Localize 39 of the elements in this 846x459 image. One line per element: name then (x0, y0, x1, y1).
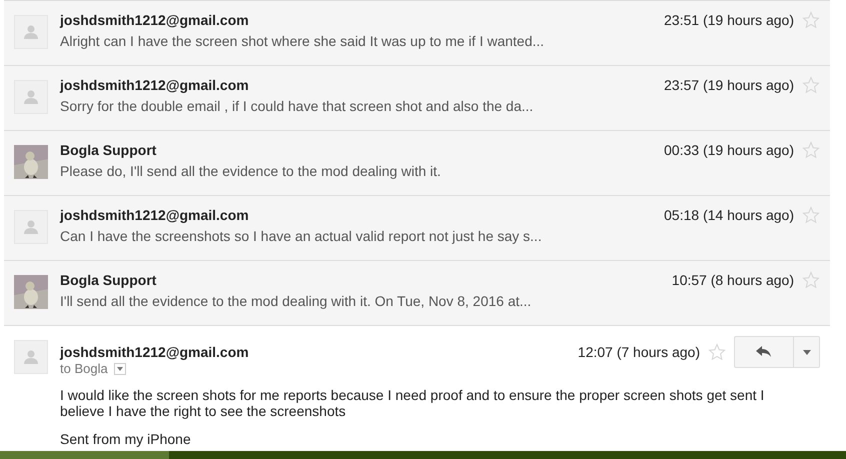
message-snippet: Alright can I have the screen shot where she said It was up to me if I wanted... (60, 33, 546, 49)
message-row[interactable]: joshdsmith1212@gmail.com 23:51 (19 hours ago) Alright can I have the screen shot where she said It was up to me if I wanted... (4, 0, 830, 65)
message-row[interactable]: joshdsmith1212@gmail.com 23:57 (19 hours ago) Sorry for the double email , if I could have that screen shot and also the da... (4, 65, 830, 130)
sender-name: joshdsmith1212@gmail.com (60, 207, 249, 223)
sender-name: Bogla Support (60, 142, 156, 158)
caret-icon (116, 366, 123, 371)
person-icon (23, 349, 39, 365)
message-time: 10:57 (8 hours ago) (672, 272, 794, 288)
message-snippet: Sorry for the double email , if I could have that screen shot and also the da... (60, 98, 534, 114)
person-icon (23, 219, 39, 235)
sender-name: joshdsmith1212@gmail.com (60, 344, 249, 360)
star-icon[interactable] (802, 206, 820, 224)
message-row[interactable]: Bogla Support 00:33 (19 hours ago) Please do, I'll send all the evidence to the mod dealing with it. (4, 130, 830, 195)
message-row[interactable]: Bogla Support 10:57 (8 hours ago) I'll send all the evidence to the mod dealing with it. On Tue, Nov 8, 2016 at... (4, 260, 830, 325)
details-toggle[interactable] (114, 362, 126, 375)
person-icon (23, 24, 39, 40)
message-snippet: Can I have the screenshots so I have an actual valid report not just he say s... (60, 228, 543, 244)
star-icon[interactable] (802, 271, 820, 289)
message-text: Sent from my iPhone (60, 431, 192, 447)
star-icon[interactable] (802, 76, 820, 94)
caret-icon (802, 350, 810, 354)
message-text: I would like the screen shots for me reports because I need proof and to ensure the proper screen shots get sent I believe I have the right to see the screenshots (60, 387, 766, 419)
message-time: 12:07 (7 hours ago) (578, 344, 700, 360)
sender-name: joshdsmith1212@gmail.com (60, 12, 249, 28)
message-time: 00:33 (19 hours ago) (664, 142, 794, 158)
star-icon[interactable] (802, 11, 820, 29)
star-icon[interactable] (802, 141, 820, 159)
message-time: 05:18 (14 hours ago) (664, 207, 794, 223)
sender-name: Bogla Support (60, 272, 156, 288)
message-row[interactable]: joshdsmith1212@gmail.com 05:18 (14 hours ago) Can I have the screenshots so I have an actual valid report not just he say s... (4, 195, 830, 260)
message-snippet: Please do, I'll send all the evidence to the mod dealing with it. (60, 163, 442, 179)
person-icon (23, 89, 39, 105)
message-time: 23:51 (19 hours ago) (664, 12, 794, 28)
recipient-label: to Bogla (60, 361, 108, 376)
message-time: 23:57 (19 hours ago) (664, 77, 794, 93)
sender-name: joshdsmith1212@gmail.com (60, 77, 249, 93)
message-snippet: I'll send all the evidence to the mod dealing with it. On Tue, Nov 8, 2016 at... (60, 293, 532, 309)
star-icon[interactable] (708, 343, 726, 361)
reply-icon (756, 346, 772, 358)
